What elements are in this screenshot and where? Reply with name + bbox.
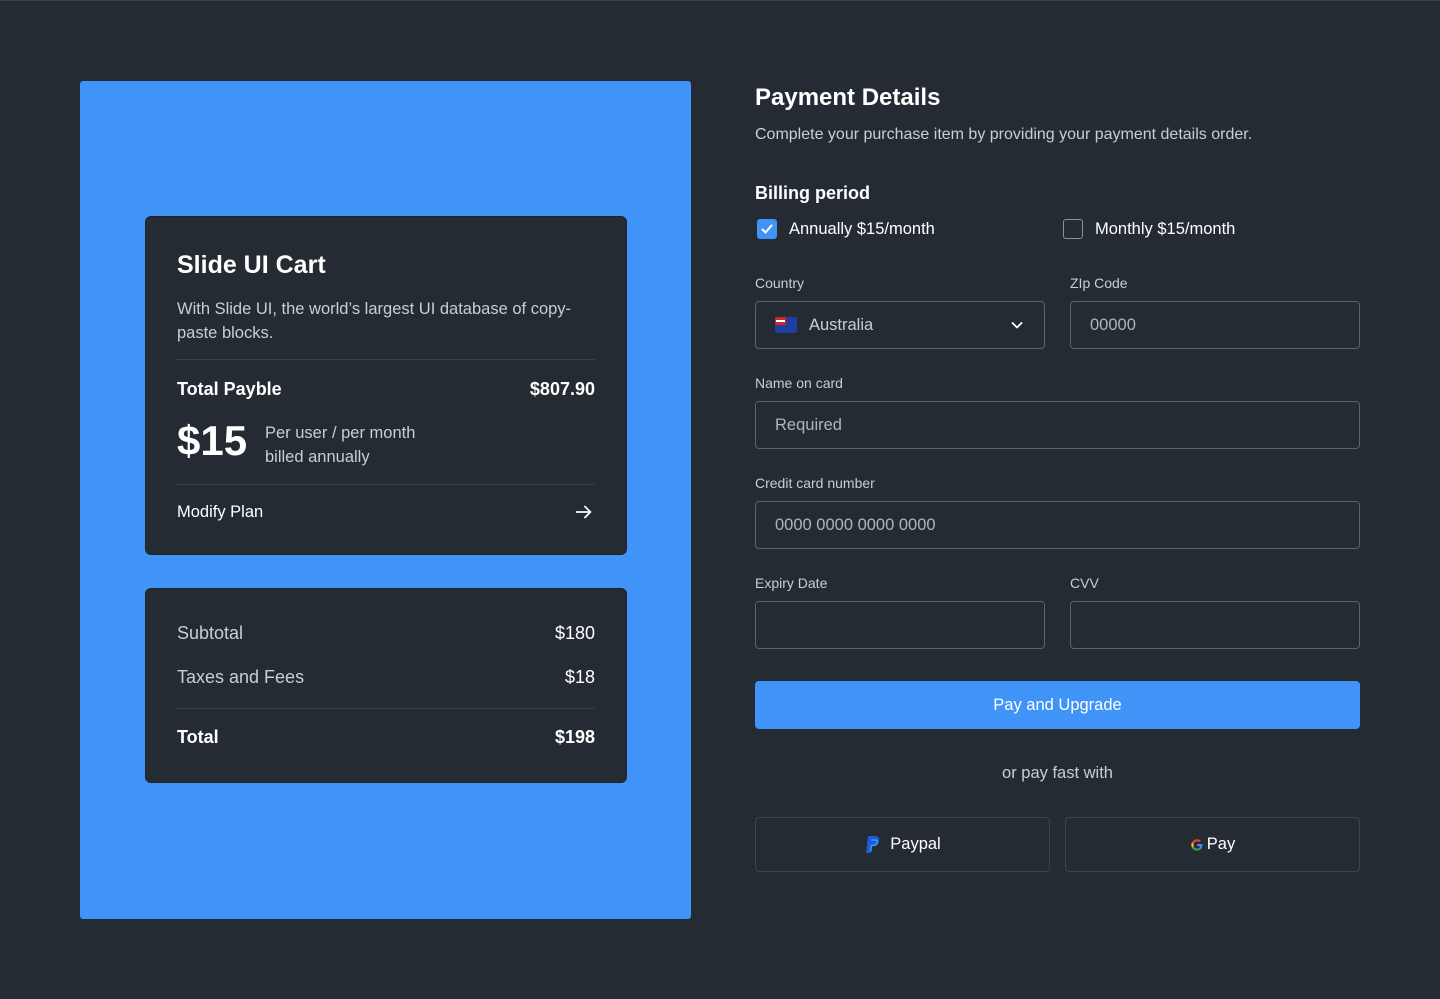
modify-plan-label[interactable]: Modify Plan bbox=[177, 503, 263, 522]
taxes-value: $18 bbox=[564, 667, 595, 687]
monthly-option[interactable]: Monthly $15/month bbox=[1063, 219, 1235, 239]
australia-flag-icon bbox=[775, 317, 797, 333]
total-value: $198 bbox=[554, 727, 595, 747]
cart-description: With Slide UI, the world’s largest UI da… bbox=[177, 300, 572, 342]
annual-checkbox[interactable] bbox=[757, 219, 777, 239]
divider bbox=[177, 484, 595, 485]
country-select[interactable]: Australia bbox=[755, 301, 1045, 349]
google-g-icon bbox=[1191, 838, 1203, 851]
price-note-line1: Per user / per month bbox=[265, 424, 416, 442]
monthly-option-label[interactable]: Monthly $15/month bbox=[1095, 220, 1235, 239]
country-value: Australia bbox=[809, 315, 874, 334]
cvv-label: CVV bbox=[1070, 575, 1099, 591]
name-on-card-input[interactable] bbox=[755, 401, 1360, 449]
total-payable-label: Total Payble bbox=[177, 379, 282, 399]
annual-option-label[interactable]: Annually $15/month bbox=[789, 220, 935, 239]
arrow-right-icon[interactable] bbox=[573, 501, 595, 523]
name-label: Name on card bbox=[755, 375, 843, 391]
subtotal-label: Subtotal bbox=[177, 623, 244, 643]
subtotal-row: Subtotal $180 bbox=[177, 623, 595, 644]
zip-input[interactable] bbox=[1070, 301, 1360, 349]
page-subtitle: Complete your purchase item by providing… bbox=[755, 126, 1253, 143]
total-payable-row: Total Payble $807.90 bbox=[177, 379, 595, 400]
total-row: Total $198 bbox=[177, 727, 595, 748]
cart-title: Slide UI Cart bbox=[177, 251, 326, 279]
country-label: Country bbox=[755, 275, 805, 291]
order-summary-card: Subtotal $180 Taxes and Fees $18 Total $… bbox=[145, 588, 627, 783]
top-border bbox=[0, 0, 1440, 1]
pay-and-upgrade-button[interactable]: Pay and Upgrade bbox=[755, 681, 1360, 729]
taxes-label: Taxes and Fees bbox=[177, 667, 305, 687]
divider bbox=[177, 359, 595, 360]
paypal-button[interactable]: Paypal bbox=[755, 817, 1050, 872]
google-pay-button[interactable]: Pay bbox=[1065, 817, 1360, 872]
total-payable-value: $807.90 bbox=[529, 379, 595, 399]
billing-period-label: Billing period bbox=[755, 183, 870, 203]
cart-panel: Slide UI Cart With Slide UI, the world’s… bbox=[80, 81, 691, 919]
page-title: Payment Details bbox=[755, 84, 941, 111]
monthly-checkbox[interactable] bbox=[1063, 219, 1083, 239]
plan-price: $15 bbox=[177, 417, 248, 464]
divider bbox=[177, 708, 595, 709]
cart-card: Slide UI Cart With Slide UI, the world’s… bbox=[145, 216, 627, 555]
total-label: Total bbox=[177, 727, 219, 747]
subtotal-value: $180 bbox=[554, 623, 595, 643]
google-pay-label[interactable]: Pay bbox=[1207, 835, 1235, 854]
check-icon bbox=[761, 224, 773, 234]
zip-label: ZIp Code bbox=[1070, 275, 1128, 291]
paypal-label[interactable]: Paypal bbox=[890, 835, 940, 854]
or-pay-fast-text: or pay fast with bbox=[1002, 764, 1113, 782]
expiry-label: Expiry Date bbox=[755, 575, 828, 591]
annual-option[interactable]: Annually $15/month bbox=[757, 219, 935, 239]
chevron-down-icon bbox=[1011, 322, 1023, 329]
taxes-row: Taxes and Fees $18 bbox=[177, 667, 595, 688]
price-note-line2: billed annually bbox=[265, 448, 370, 466]
paypal-icon bbox=[866, 835, 880, 853]
cvv-input[interactable] bbox=[1070, 601, 1360, 649]
expiry-input[interactable] bbox=[755, 601, 1045, 649]
card-number-label: Credit card number bbox=[755, 475, 875, 491]
card-number-input[interactable] bbox=[755, 501, 1360, 549]
price-note: Per user / per month billed annually bbox=[265, 421, 415, 469]
modify-plan-row[interactable]: Modify Plan bbox=[177, 501, 595, 523]
